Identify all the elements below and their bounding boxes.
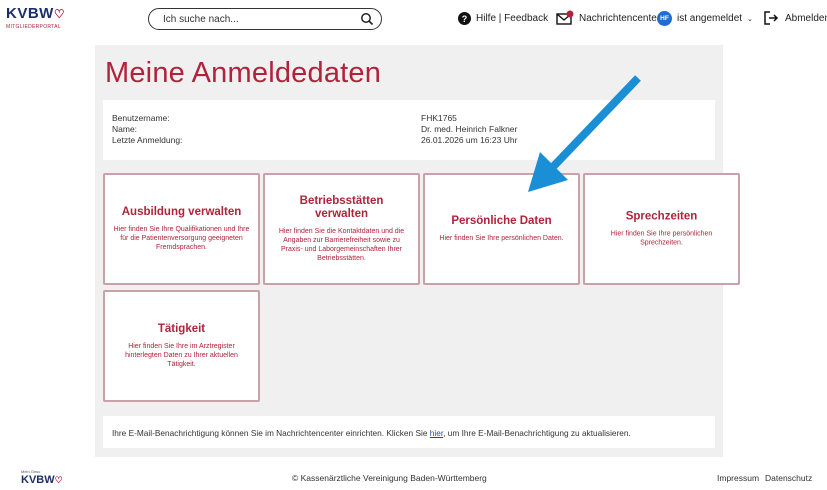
card-description: Hier finden Sie Ihre persönlichen Daten. — [439, 235, 564, 242]
help-feedback-link[interactable]: ? Hilfe | Feedback — [458, 12, 548, 25]
login-info-box: Benutzername: Name: Letzte Anmeldung: FH… — [103, 100, 715, 160]
card-description: Hier finden Sie Ihre im Arztregister hin… — [125, 343, 238, 368]
card-title: Sprechzeiten — [625, 210, 698, 223]
card-title: Persönliche Daten — [451, 215, 552, 227]
top-header: KVBW♡ MITGLIEDERPORTAL ? Hilfe | Feedbac… — [0, 0, 827, 40]
card-description: Hier finden Sie Ihre Qualifikationen und… — [113, 226, 250, 251]
logout-icon — [764, 11, 779, 25]
username-label: Benutzername: — [112, 113, 170, 123]
footer-copyright: © Kassenärztliche Vereinigung Baden-Würt… — [292, 473, 487, 483]
mail-notification-icon — [556, 10, 574, 25]
svg-text:?: ? — [462, 14, 468, 24]
messages-label: Nachrichtencenter — [579, 12, 661, 24]
card-taetigkeit[interactable]: Tätigkeit Hier finden Sie Ihre im Arztre… — [103, 290, 260, 402]
page-title: Meine Anmeldedaten — [105, 57, 382, 89]
kvbw-logo[interactable]: KVBW♡ MITGLIEDERPORTAL — [6, 6, 86, 32]
impressum-link[interactable]: Impressum — [717, 473, 759, 483]
user-label: ist angemeldet — [677, 13, 743, 24]
name-label: Name: — [112, 124, 138, 134]
card-title: Ausbildung verwalten — [121, 206, 242, 218]
card-betriebsstaetten[interactable]: Betriebsstätten verwalten Hier finden Si… — [263, 173, 420, 285]
heart-icon: ♡ — [53, 7, 66, 21]
chevron-down-icon: ⌄ — [747, 15, 753, 23]
card-title: Betriebsstätten verwalten — [299, 195, 384, 220]
user-menu[interactable]: HF ist angemeldet ⌄ — [657, 11, 753, 26]
card-description: Hier finden Sie Ihre persönlichen Sprech… — [610, 230, 713, 247]
footer-logo[interactable]: Mein Gesu KVBW♡ — [21, 469, 63, 486]
notice-link[interactable]: hier — [430, 428, 443, 438]
notice-text-end: , um Ihre E-Mail-Benachrichtigung zu akt… — [443, 428, 631, 438]
search-icon[interactable] — [360, 12, 374, 26]
avatar: HF — [657, 11, 672, 26]
search-input[interactable] — [163, 12, 353, 26]
card-sprechzeiten[interactable]: Sprechzeiten Hier finden Sie Ihre persön… — [583, 173, 740, 285]
footer-logo-text: KVBW — [21, 474, 55, 486]
logout-label: Abmelden — [785, 12, 827, 24]
name-value: Dr. med. Heinrich Falkner — [421, 124, 518, 134]
help-label: Hilfe | Feedback — [476, 13, 549, 24]
heart-icon: ♡ — [54, 475, 63, 485]
help-icon: ? — [458, 12, 471, 25]
logout-button[interactable]: Abmelden — [764, 11, 827, 25]
search-box[interactable] — [148, 8, 382, 30]
datenschutz-link[interactable]: Datenschutz — [765, 473, 812, 483]
logo-text: KVBW — [6, 5, 54, 22]
email-notice: Ihre E-Mail-Benachrichtigung können Sie … — [103, 416, 715, 448]
card-description: Hier finden Sie die Kontaktdaten und die… — [278, 228, 405, 262]
logo-subtitle: MITGLIEDERPORTAL — [6, 24, 61, 30]
notice-text: Ihre E-Mail-Benachrichtigung können Sie … — [112, 428, 430, 438]
footer: Mein Gesu KVBW♡ © Kassenärztliche Verein… — [0, 460, 827, 490]
last-login-label: Letzte Anmeldung: — [112, 135, 183, 145]
last-login-value: 26.01.2026 um 16:23 Uhr — [421, 135, 518, 145]
card-title: Tätigkeit — [157, 323, 206, 335]
username-value: FHK1765 — [421, 113, 457, 123]
card-ausbildung[interactable]: Ausbildung verwalten Hier finden Sie Ihr… — [103, 173, 260, 285]
messages-link[interactable]: Nachrichtencenter — [556, 10, 660, 26]
card-persoenliche-daten[interactable]: Persönliche Daten Hier finden Sie Ihre p… — [423, 173, 580, 285]
